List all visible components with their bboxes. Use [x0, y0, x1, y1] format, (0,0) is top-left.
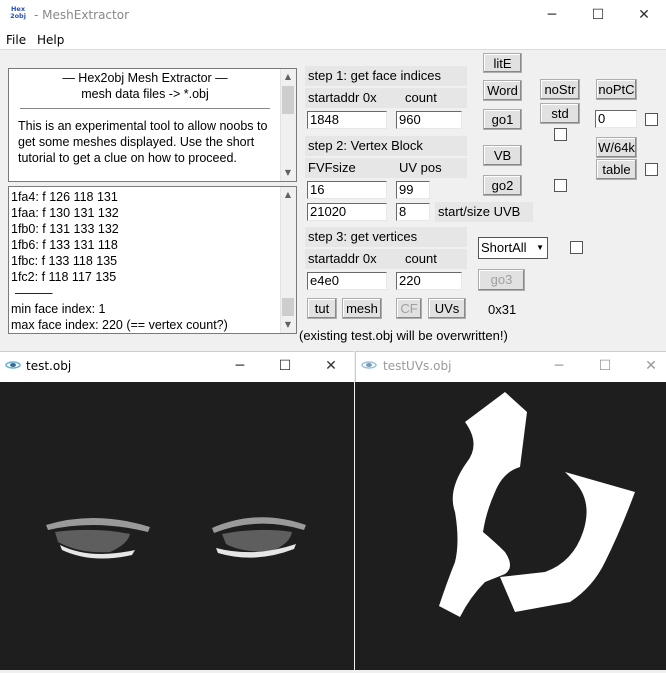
step3-startaddr-input[interactable]: e4e0	[307, 272, 387, 290]
step1-title: step 1: get face indices	[305, 66, 467, 86]
minimize-button[interactable]: ─	[547, 356, 571, 376]
step1-count-input[interactable]: 960	[396, 111, 462, 129]
table-button[interactable]: table	[596, 159, 637, 180]
uv-window-title: testUVs.obj	[383, 359, 452, 373]
step3-header: startaddr 0x count	[305, 249, 467, 269]
overwrite-warning: (existing test.obj will be overwritten!)	[299, 328, 508, 343]
step3-title: step 3: get vertices	[305, 227, 467, 247]
scroll-up-icon[interactable]: ▲	[280, 71, 296, 83]
uvb-start-input[interactable]: 21020	[307, 203, 387, 221]
go2-checkbox[interactable]	[554, 179, 567, 192]
mesh-viewport[interactable]	[0, 382, 354, 670]
app-icon-text-bottom: 2obj	[10, 12, 26, 20]
app-icon: Hex 2obj	[8, 6, 28, 26]
std-checkbox[interactable]	[554, 128, 567, 141]
info-text: — Hex2obj Mesh Extractor — mesh data fil…	[12, 70, 278, 102]
face-list: 1fa4: f 126 118 131 1faa: f 130 131 132 …	[11, 189, 279, 333]
mesh-render	[46, 517, 306, 559]
maximize-button[interactable]: ☐	[586, 5, 610, 25]
menu-help[interactable]: Help	[37, 33, 64, 47]
list-item: 1fa4: f 126 118 131	[11, 190, 118, 204]
dropdown-value: ShortAll	[481, 240, 527, 255]
list-item: 1faa: f 130 131 132	[11, 206, 119, 220]
window-icon	[5, 359, 21, 369]
maximize-button[interactable]: ☐	[273, 356, 297, 376]
step1-startaddr-input[interactable]: 1848	[307, 111, 387, 129]
menu-file[interactable]: File	[6, 33, 26, 47]
minimize-button[interactable]: ─	[540, 5, 564, 25]
std-button[interactable]: std	[540, 103, 580, 124]
noptc-input[interactable]: 0	[595, 110, 637, 128]
min-face-index: min face index: 1	[11, 302, 106, 316]
step1-header: startaddr 0x count	[305, 88, 467, 108]
step2-col2-label: UV pos	[399, 160, 442, 175]
face-list-scroll-thumb[interactable]	[282, 298, 294, 316]
dropdown-checkbox[interactable]	[570, 241, 583, 254]
step1-col2-label: count	[405, 90, 437, 105]
chevron-down-icon: ▼	[536, 243, 544, 252]
go1-button[interactable]: go1	[483, 109, 522, 130]
step1-col1-label: startaddr 0x	[308, 90, 377, 105]
list-divider: ———	[15, 286, 53, 300]
step3-col2-label: count	[405, 251, 437, 266]
count-readout: 0x31	[488, 302, 517, 317]
table-checkbox[interactable]	[645, 163, 658, 176]
info-scroll-thumb[interactable]	[282, 86, 294, 114]
list-item: 1fc2: f 118 117 135	[11, 270, 117, 284]
uv-render	[439, 392, 635, 617]
mesh-button[interactable]: mesh	[342, 298, 382, 319]
step3-count-input[interactable]: 220	[396, 272, 462, 290]
vb-button[interactable]: VB	[483, 145, 522, 166]
window-title: - MeshExtractor	[34, 8, 130, 22]
word-button[interactable]: Word	[483, 80, 522, 101]
fvfsize-input[interactable]: 16	[307, 181, 387, 199]
list-item: 1fb0: f 131 133 132	[11, 222, 119, 236]
menu-bar	[0, 31, 666, 50]
nostr-button[interactable]: noStr	[540, 79, 580, 100]
mesh-window-title: test.obj	[26, 359, 72, 373]
step2-col1-label: FVFsize	[308, 160, 356, 175]
maximize-button[interactable]: ☐	[593, 356, 617, 376]
w64k-button[interactable]: W/64k	[596, 137, 637, 158]
go2-button[interactable]: go2	[483, 175, 522, 196]
info-header: — Hex2obj Mesh Extractor —	[62, 71, 228, 85]
close-button[interactable]: ✕	[632, 5, 656, 25]
window-icon	[361, 359, 377, 369]
window-title-text: MeshExtractor	[42, 8, 130, 22]
mode-dropdown[interactable]: ShortAll ▼	[478, 237, 548, 259]
minimize-button[interactable]: ─	[228, 356, 252, 376]
list-item: 1fb6: f 133 131 118	[11, 238, 118, 252]
scroll-up-icon[interactable]: ▲	[280, 189, 296, 201]
uvb-label: start/size UVB	[435, 202, 533, 222]
close-button[interactable]: ✕	[639, 356, 663, 376]
go3-button[interactable]: go3	[478, 269, 525, 291]
scroll-down-icon[interactable]: ▼	[280, 167, 296, 179]
tut-button[interactable]: tut	[307, 298, 337, 319]
uvb-size-input[interactable]: 8	[396, 203, 430, 221]
list-item: 1fbc: f 133 118 135	[11, 254, 118, 268]
uv-viewport[interactable]	[355, 382, 666, 670]
close-button[interactable]: ✕	[319, 356, 343, 376]
lite-button[interactable]: litE	[483, 53, 522, 73]
cf-button[interactable]: CF	[396, 298, 422, 319]
step2-title: step 2: Vertex Block	[305, 136, 467, 156]
uvs-button[interactable]: UVs	[428, 298, 466, 319]
noptc-button[interactable]: noPtC	[596, 79, 637, 100]
scroll-down-icon[interactable]: ▼	[280, 319, 296, 331]
info-divider	[20, 108, 270, 109]
info-subheader: mesh data files -> *.obj	[81, 87, 209, 101]
max-face-index: max face index: 220 (== vertex count?)	[11, 318, 228, 332]
info-body: This is an experimental tool to allow no…	[18, 119, 268, 165]
noptc-checkbox[interactable]	[645, 113, 658, 126]
step2-header: FVFsize UV pos	[305, 158, 467, 178]
step3-col1-label: startaddr 0x	[308, 251, 377, 266]
uvpos-input[interactable]: 99	[396, 181, 430, 199]
